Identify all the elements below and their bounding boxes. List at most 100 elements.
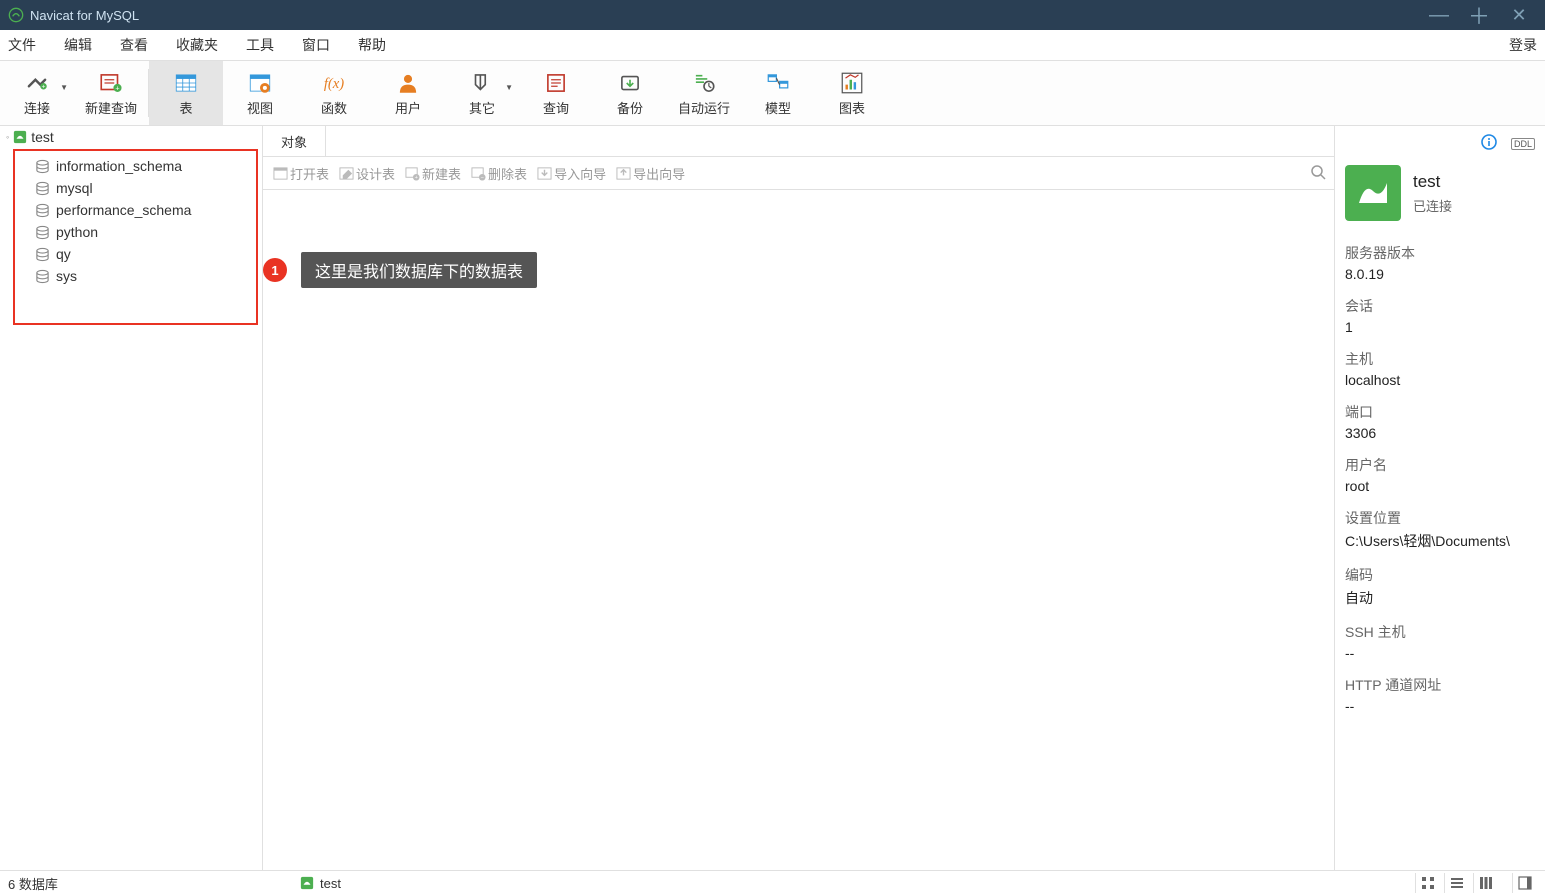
database-list-highlight: information_schema mysql performance_sch…	[13, 149, 258, 325]
dropdown-icon: ▼	[60, 83, 68, 92]
info-value: 1	[1345, 319, 1535, 335]
menubar: 文件 编辑 查看 收藏夹 工具 窗口 帮助 登录	[0, 30, 1545, 61]
info-value: 自动	[1345, 588, 1535, 608]
tabs-row: 对象	[263, 126, 1334, 157]
status-db-count: 6 数据库	[0, 874, 300, 893]
database-label: performance_schema	[56, 202, 191, 218]
tool-other-label: 其它	[469, 98, 495, 117]
info-label: 设置位置	[1345, 508, 1535, 528]
menu-window[interactable]: 窗口	[302, 35, 330, 55]
svg-text:+: +	[42, 83, 46, 90]
status-bar: 6 数据库 test	[0, 870, 1545, 895]
info-value: --	[1345, 698, 1535, 714]
subtool-label: 删除表	[488, 164, 527, 183]
toggle-panel-icon[interactable]	[1512, 873, 1537, 893]
tool-query-label: 查询	[543, 98, 569, 117]
toolbar: + 连接 ▼ + 新建查询 表 视图 f(x) 函数 用户 其它 ▼ 查询 备份…	[0, 61, 1545, 126]
search-icon[interactable]	[1310, 164, 1326, 183]
view-details-icon[interactable]	[1473, 873, 1498, 893]
tool-user-label: 用户	[395, 98, 421, 117]
info-label: SSH 主机	[1345, 622, 1535, 642]
subtool-open-table[interactable]: 打开表	[271, 164, 331, 183]
subtool-new-table[interactable]: +新建表	[403, 164, 463, 183]
info-value: 8.0.19	[1345, 266, 1535, 282]
info-label: 会话	[1345, 296, 1535, 316]
info-label: 端口	[1345, 402, 1535, 422]
info-value: --	[1345, 645, 1535, 661]
database-label: mysql	[56, 180, 93, 196]
annotation: 1 这里是我们数据库下的数据表	[263, 252, 537, 288]
subtool-delete-table[interactable]: −删除表	[469, 164, 529, 183]
titlebar: Navicat for MySQL — ＋ ✕	[0, 0, 1545, 30]
database-item[interactable]: performance_schema	[15, 199, 256, 221]
tool-function[interactable]: f(x) 函数	[297, 61, 371, 125]
tool-backup[interactable]: 备份	[593, 61, 667, 125]
database-item[interactable]: information_schema	[15, 155, 256, 177]
connection-card-icon	[1345, 165, 1401, 221]
svg-text:f(x): f(x)	[324, 75, 344, 91]
connection-icon	[300, 876, 314, 890]
tool-view[interactable]: 视图	[223, 61, 297, 125]
titlebar-left: Navicat for MySQL	[8, 7, 139, 23]
close-button[interactable]: ✕	[1509, 5, 1529, 25]
connection-tree[interactable]: ◦ test information_schema mysql performa…	[0, 126, 263, 870]
login-link[interactable]: 登录	[1509, 35, 1537, 55]
tabs-empty-area	[328, 126, 1334, 156]
connection-card: test 已连接	[1345, 165, 1535, 221]
connection-node[interactable]: ◦ test	[0, 126, 262, 148]
main-area: ◦ test information_schema mysql performa…	[0, 126, 1545, 870]
tool-new-query-label: 新建查询	[85, 98, 137, 117]
tool-model[interactable]: 模型	[741, 61, 815, 125]
subtool-label: 导入向导	[554, 164, 606, 183]
subtool-label: 新建表	[422, 164, 461, 183]
tool-chart[interactable]: 图表	[815, 61, 889, 125]
info-label: HTTP 通道网址	[1345, 675, 1535, 695]
workspace[interactable]: 1 这里是我们数据库下的数据表	[263, 190, 1334, 870]
tool-connection[interactable]: + 连接 ▼	[0, 61, 74, 125]
minimize-button[interactable]: —	[1429, 5, 1449, 25]
tab-objects[interactable]: 对象	[263, 126, 326, 156]
tool-query[interactable]: 查询	[519, 61, 593, 125]
menu-edit[interactable]: 编辑	[64, 35, 92, 55]
connection-card-name: test	[1413, 172, 1452, 192]
subtool-label: 设计表	[356, 164, 395, 183]
tool-function-label: 函数	[321, 98, 347, 117]
database-item[interactable]: sys	[15, 265, 256, 287]
maximize-button[interactable]: ＋	[1469, 5, 1489, 25]
database-item[interactable]: qy	[15, 243, 256, 265]
tool-scheduler[interactable]: 自动运行	[667, 61, 741, 125]
info-panel: DDL test 已连接 服务器版本8.0.19 会话1 主机localhost…	[1334, 126, 1545, 870]
info-label: 编码	[1345, 565, 1535, 585]
connection-icon	[13, 130, 27, 144]
connection-card-status: 已连接	[1413, 196, 1452, 215]
tool-new-query[interactable]: + 新建查询	[74, 61, 148, 125]
database-item[interactable]: mysql	[15, 177, 256, 199]
subtool-export[interactable]: 导出向导	[614, 164, 687, 183]
database-label: sys	[56, 268, 77, 284]
info-value: C:\Users\轻烟\Documents\	[1345, 531, 1535, 551]
menu-file[interactable]: 文件	[8, 35, 36, 55]
menu-help[interactable]: 帮助	[358, 35, 386, 55]
menu-view[interactable]: 查看	[120, 35, 148, 55]
status-path: test	[300, 876, 341, 891]
connection-label: test	[31, 129, 54, 145]
menu-favorites[interactable]: 收藏夹	[176, 35, 218, 55]
info-icon[interactable]	[1481, 134, 1497, 153]
dropdown-icon: ▼	[505, 83, 513, 92]
database-item[interactable]: python	[15, 221, 256, 243]
annotation-badge: 1	[263, 258, 287, 282]
ddl-icon[interactable]: DDL	[1511, 138, 1535, 150]
menu-tools[interactable]: 工具	[246, 35, 274, 55]
view-grid-icon[interactable]	[1415, 873, 1440, 893]
tool-table-label: 表	[179, 98, 192, 117]
subtool-import[interactable]: 导入向导	[535, 164, 608, 183]
database-label: python	[56, 224, 98, 240]
tool-other[interactable]: 其它 ▼	[445, 61, 519, 125]
view-list-icon[interactable]	[1444, 873, 1469, 893]
status-path-text: test	[320, 876, 341, 891]
database-label: qy	[56, 246, 71, 262]
tool-table[interactable]: 表	[149, 61, 223, 125]
tool-user[interactable]: 用户	[371, 61, 445, 125]
subtool-design-table[interactable]: 设计表	[337, 164, 397, 183]
tool-scheduler-label: 自动运行	[678, 98, 730, 117]
